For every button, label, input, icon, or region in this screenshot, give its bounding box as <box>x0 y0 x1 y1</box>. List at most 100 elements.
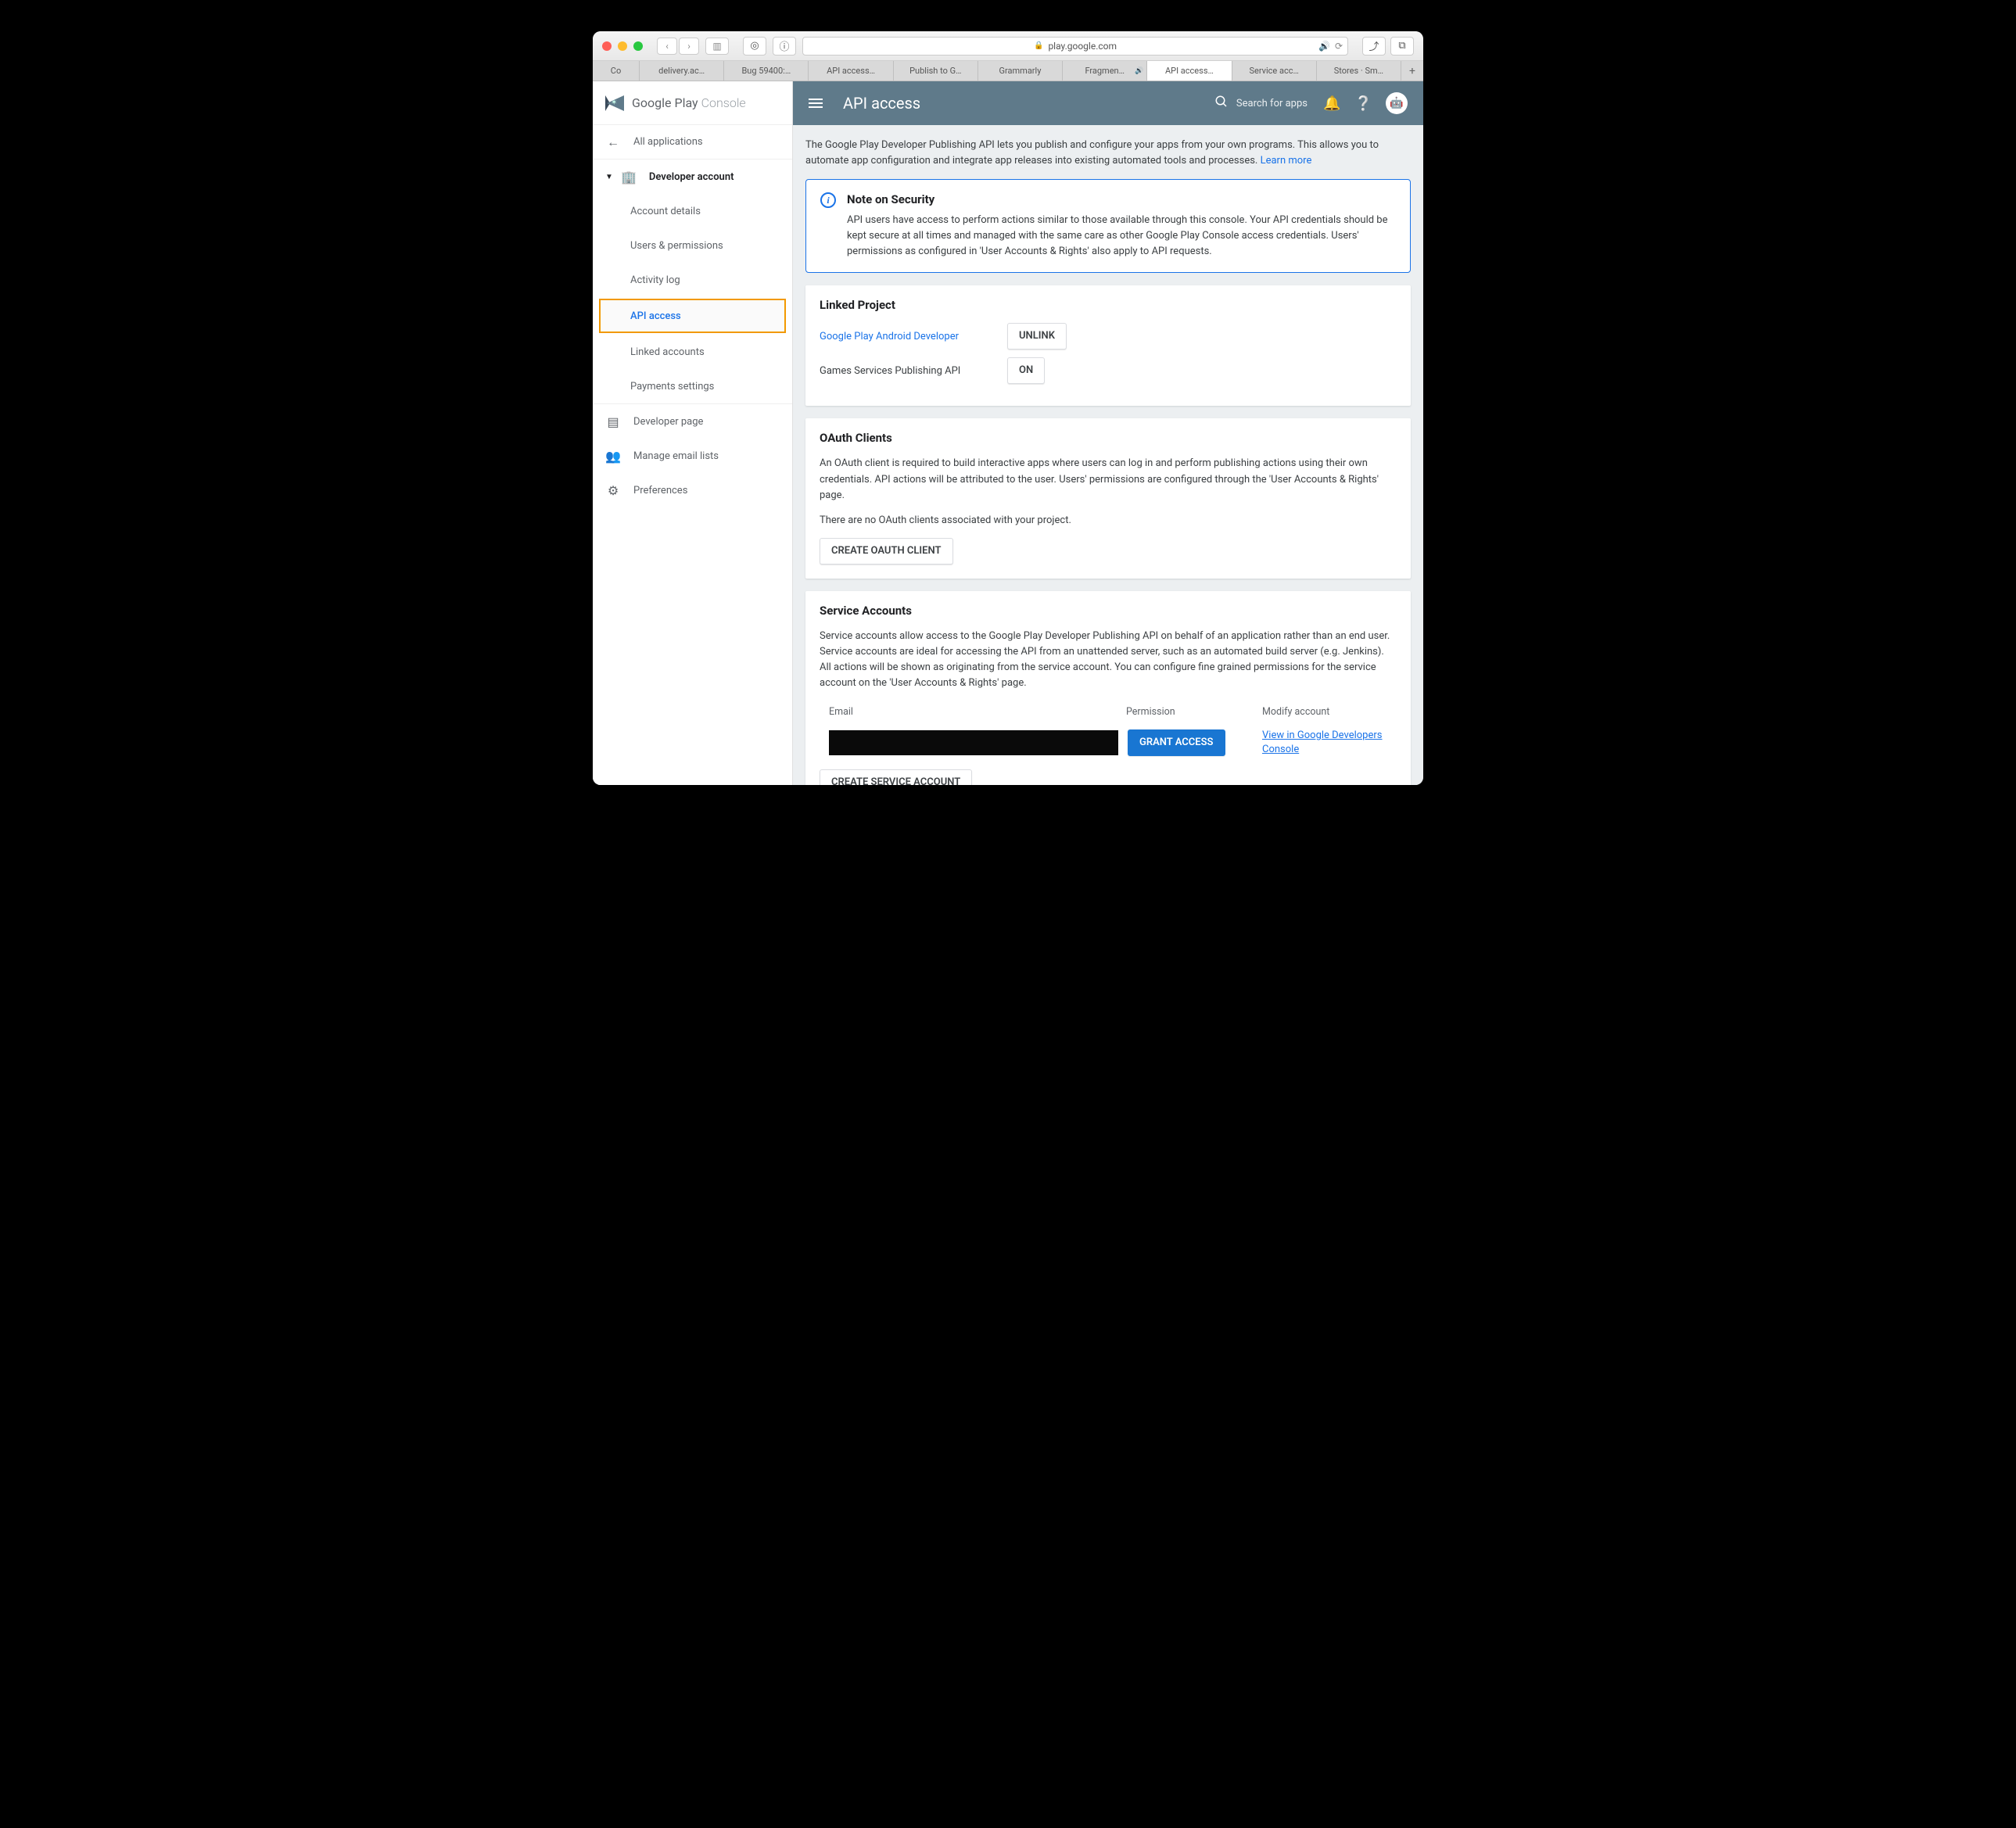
url-bar[interactable]: 🔒 play.google.com 🔊 ⟳ <box>802 37 1348 56</box>
audio-icon[interactable]: 🔊 <box>1318 41 1330 52</box>
page-icon: ▤ <box>605 414 621 429</box>
maximize-window-button[interactable] <box>633 41 643 51</box>
notifications-button[interactable]: 🔔 <box>1323 95 1339 112</box>
page-title: API access <box>843 94 1199 113</box>
sidebar-item-manage-email-lists[interactable]: 👥 Manage email lists <box>593 439 792 473</box>
people-icon: 👥 <box>605 449 621 464</box>
sidebar-item-activity-log[interactable]: Activity log <box>593 263 792 297</box>
info-icon: ⓘ <box>779 38 789 53</box>
sidebar-item-users-permissions[interactable]: Users & permissions <box>593 228 792 263</box>
sidebar-item-label: Payments settings <box>630 381 714 392</box>
share-icon: ⤴ <box>1369 38 1379 53</box>
column-header-email: Email <box>829 706 1126 718</box>
column-header-permission: Permission <box>1126 706 1262 718</box>
sidebar-item-payments-settings[interactable]: Payments settings <box>593 369 792 403</box>
account-avatar[interactable]: 🤖 <box>1386 92 1408 114</box>
browser-tab[interactable]: delivery.ac… <box>640 61 724 81</box>
android-icon: 🤖 <box>1390 97 1403 109</box>
browser-tab[interactable]: Service acc… <box>1232 61 1317 81</box>
service-accounts-description: Service accounts allow access to the Goo… <box>820 629 1397 692</box>
sidebar-item-label: All applications <box>633 136 703 148</box>
notice-title: Note on Security <box>847 192 1396 206</box>
privacy-report-button[interactable]: ◎ <box>743 37 766 56</box>
browser-tab[interactable]: Grammarly <box>978 61 1063 81</box>
view-in-google-developers-console-link[interactable]: View in Google Developers Console <box>1262 729 1383 755</box>
service-account-row: Grant Access View in Google Developers C… <box>820 726 1397 769</box>
sidebar-item-api-access[interactable]: API access <box>599 299 786 333</box>
forward-button[interactable]: › <box>679 38 699 55</box>
minimize-window-button[interactable] <box>618 41 627 51</box>
service-account-modify-cell: View in Google Developers Console <box>1262 729 1387 757</box>
oauth-empty-state: There are no OAuth clients associated wi… <box>820 513 1397 529</box>
traffic-lights <box>602 41 643 51</box>
grant-access-button[interactable]: Grant Access <box>1128 729 1225 756</box>
linked-project-name-link[interactable]: Google Play Android Developer <box>820 331 992 342</box>
browser-tab[interactable]: Publish to G… <box>894 61 978 81</box>
browser-title-bar: ‹ › ▥ ◎ ⓘ 🔒 play.google.com 🔊 ⟳ <box>593 31 1423 61</box>
bell-icon: 🔔 <box>1323 95 1340 112</box>
sidebar-section-label: Developer account <box>649 171 734 183</box>
games-services-label: Games Services Publishing API <box>820 365 992 377</box>
browser-window: ‹ › ▥ ◎ ⓘ 🔒 play.google.com 🔊 ⟳ <box>593 31 1423 785</box>
shield-icon: ◎ <box>750 40 759 52</box>
lock-icon: 🔒 <box>1034 41 1043 50</box>
card-heading: Service Accounts <box>820 604 1397 618</box>
intro-text: The Google Play Developer Publishing API… <box>805 138 1411 168</box>
nav-button-group: ‹ › ▥ <box>657 38 729 55</box>
sidebar-toggle-button[interactable]: ▥ <box>705 38 729 55</box>
building-icon: 🏢 <box>621 170 637 185</box>
tab-audio-icon[interactable]: 🔊 <box>1135 67 1143 75</box>
back-button[interactable]: ‹ <box>657 38 677 55</box>
sidebar-item-developer-page[interactable]: ▤ Developer page <box>593 404 792 439</box>
browser-tab[interactable]: Fragmen…🔊 <box>1063 61 1147 81</box>
linked-project-card: Linked Project Google Play Android Devel… <box>805 285 1411 406</box>
learn-more-link[interactable]: Learn more <box>1261 155 1312 167</box>
notice-body: API users have access to perform actions… <box>847 213 1396 260</box>
search-box[interactable]: Search for apps <box>1214 95 1308 112</box>
card-heading: OAuth Clients <box>820 431 1397 445</box>
unlink-button[interactable]: Unlink <box>1007 323 1067 349</box>
sidebar-bottom-group: ▤ Developer page 👥 Manage email lists ⚙ … <box>593 403 792 507</box>
share-button[interactable]: ⤴ <box>1362 37 1386 56</box>
sidebar-item-all-applications[interactable]: ← All applications <box>593 125 792 160</box>
sidebar-section-developer-account[interactable]: ▼ 🏢 Developer account <box>593 160 792 194</box>
create-service-account-button[interactable]: Create Service Account <box>820 769 972 785</box>
sidebar-item-linked-accounts[interactable]: Linked accounts <box>593 335 792 369</box>
browser-tab[interactable]: Co <box>593 61 640 81</box>
games-services-toggle-button[interactable]: On <box>1007 357 1045 384</box>
chevron-left-icon: ‹ <box>665 41 669 52</box>
browser-tab[interactable]: Stores · Sm… <box>1317 61 1401 81</box>
browser-tabs: Co delivery.ac… Bug 59400:… API access… … <box>593 61 1423 81</box>
content: The Google Play Developer Publishing API… <box>793 125 1423 785</box>
sidebar-icon: ▥ <box>712 41 721 52</box>
tabs-overview-button[interactable]: ⧉ <box>1390 37 1414 56</box>
url-host: play.google.com <box>1048 41 1117 52</box>
search-icon <box>1214 95 1229 112</box>
app-logo-text: Google Play Console <box>632 95 746 110</box>
sidebar-item-preferences[interactable]: ⚙ Preferences <box>593 473 792 507</box>
app-body: ✶ Google Play Console ← All applications… <box>593 81 1423 785</box>
caret-down-icon: ▼ <box>605 173 613 181</box>
site-settings-button[interactable]: ⓘ <box>773 37 796 56</box>
sidebar-item-account-details[interactable]: Account details <box>593 194 792 228</box>
close-window-button[interactable] <box>602 41 612 51</box>
main-area: API access Search for apps 🔔 ❔ 🤖 The Goo… <box>793 81 1423 785</box>
sidebar: ✶ Google Play Console ← All applications… <box>593 81 793 785</box>
sidebar-item-label: Manage email lists <box>633 450 719 462</box>
sidebar-item-label: API access <box>630 310 681 322</box>
hamburger-menu-button[interactable] <box>809 99 823 108</box>
reload-icon[interactable]: ⟳ <box>1335 41 1343 52</box>
new-tab-button[interactable]: + <box>1401 61 1423 81</box>
browser-tab-active[interactable]: API access… <box>1147 61 1232 81</box>
browser-tab[interactable]: API access… <box>809 61 893 81</box>
tabs-icon: ⧉ <box>1398 40 1405 52</box>
help-button[interactable]: ❔ <box>1354 95 1370 112</box>
sidebar-item-label: Linked accounts <box>630 346 705 358</box>
oauth-description: An OAuth client is required to build int… <box>820 456 1397 503</box>
play-console-icon: ✶ <box>605 95 624 111</box>
games-services-row: Games Services Publishing API On <box>820 357 1397 384</box>
browser-tab[interactable]: Bug 59400:… <box>724 61 809 81</box>
create-oauth-client-button[interactable]: Create OAuth Client <box>820 538 953 565</box>
plus-icon: + <box>1409 65 1415 77</box>
app-logo[interactable]: ✶ Google Play Console <box>593 81 792 125</box>
